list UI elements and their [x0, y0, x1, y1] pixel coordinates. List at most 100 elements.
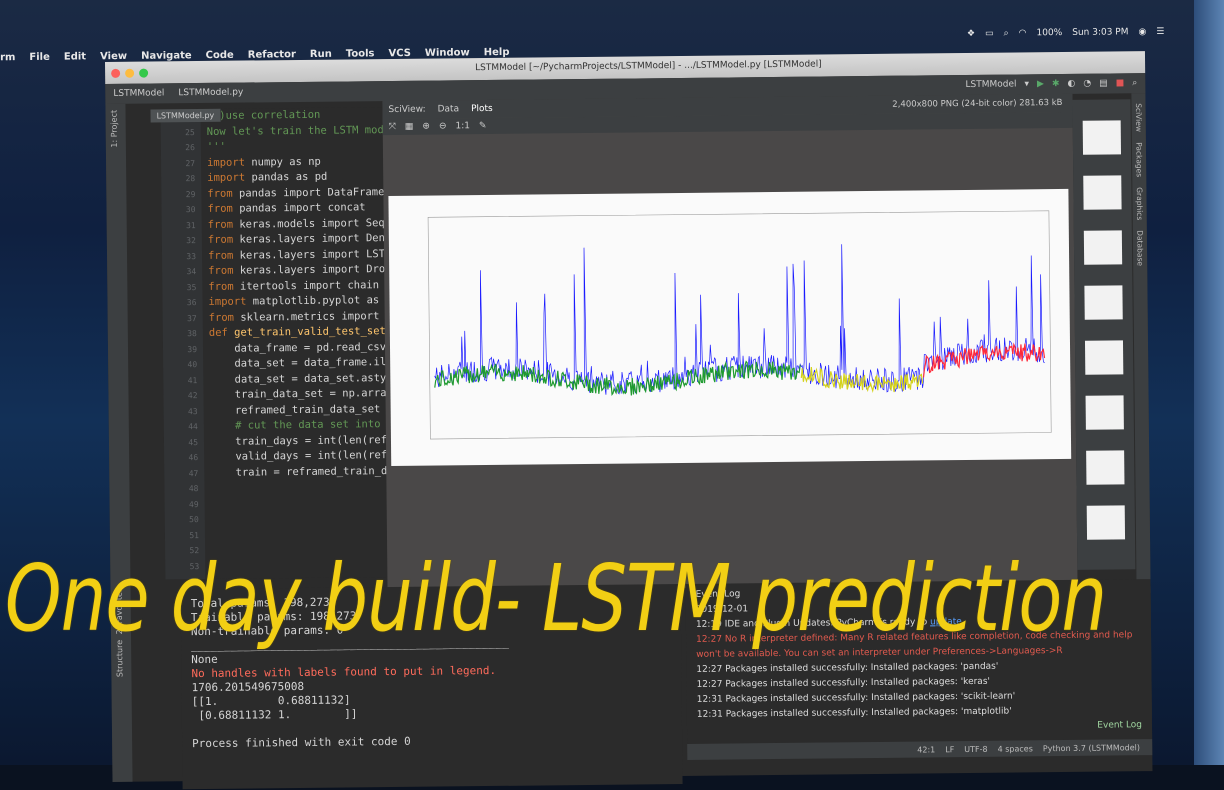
code-text: get_train_valid_test_set [227, 325, 386, 339]
code-text: train_data_set = np.arra [209, 387, 387, 401]
menu-help[interactable]: Help [484, 46, 510, 57]
menu-window[interactable]: Window [425, 47, 470, 58]
code-line: data_frame = pd.read_csv [209, 340, 386, 357]
actual-size-button[interactable]: 1:1 [455, 121, 470, 131]
code-line: from keras.layers import Den [208, 231, 385, 248]
plot-thumbnail[interactable] [1085, 395, 1124, 430]
plot-thumbnail[interactable] [1082, 120, 1122, 155]
breadcrumb-file[interactable]: LSTMModel.py [178, 88, 243, 99]
debug-icon[interactable]: ✱ [1052, 79, 1060, 89]
code-text: keras.layers import Dro [233, 263, 386, 277]
code-line: from keras.layers import Dro [208, 262, 385, 279]
code-line: data_set = data_set.asty [209, 371, 387, 388]
editor-tab-lstmmodel[interactable]: LSTMModel.py [150, 108, 221, 123]
project-tool-tab[interactable]: 1: Project [110, 110, 119, 148]
code-text: # cut the data set into [209, 418, 381, 432]
zoom-in-icon[interactable]: ⊕ [422, 122, 430, 132]
breadcrumb-project[interactable]: LSTMModel [113, 88, 164, 99]
event-log-badge[interactable]: Event Log [1097, 720, 1142, 730]
plot-thumbnail[interactable] [1084, 285, 1123, 320]
plot-thumbnail[interactable] [1083, 175, 1122, 210]
menu-vcs[interactable]: VCS [388, 47, 411, 58]
plot-thumbnail[interactable] [1086, 450, 1125, 485]
menu-refactor[interactable]: Refactor [248, 49, 296, 61]
event-time: 12:31 [696, 709, 723, 720]
code-line: from keras.layers import LST [208, 247, 385, 264]
zoom-out-icon[interactable]: ⊖ [439, 121, 447, 131]
search-everywhere-icon[interactable]: ⌕ [1132, 78, 1137, 88]
code-text: keras.layers import Den [233, 232, 385, 246]
profile-icon[interactable]: ◔ [1083, 79, 1091, 89]
plot-thumbnail[interactable] [1084, 340, 1124, 375]
siri-icon[interactable]: ◉ [1138, 27, 1146, 37]
interpreter-setting[interactable]: Python 3.7 (LSTMModel) [1043, 743, 1140, 753]
clock[interactable]: Sun 3:03 PM [1072, 27, 1128, 38]
stop-icon[interactable]: ■ [1116, 78, 1125, 88]
code-line: reframed_train_data_set [210, 402, 387, 419]
menu-file[interactable]: File [29, 51, 50, 62]
code-line: from itertools import chain [208, 278, 385, 295]
graphics-tool-tab[interactable]: Graphics [1135, 187, 1144, 220]
dropbox-icon[interactable]: ❖ [967, 29, 975, 39]
fit-icon[interactable]: ⤧ [389, 122, 396, 132]
menu-navigate[interactable]: Navigate [141, 50, 192, 62]
menu-app[interactable]: rm [0, 52, 15, 63]
indent-setting[interactable]: 4 spaces [998, 744, 1033, 753]
event-text: Packages installed successfully: Install… [725, 676, 991, 690]
coverage-icon[interactable]: ◐ [1067, 79, 1075, 89]
database-tool-tab[interactable]: Database [1135, 230, 1144, 266]
code-editor[interactable]: 2425262728293031323334353637383940414243… [160, 107, 396, 586]
code-text[interactable]: (2)use correlation Now let's train the LS… [206, 107, 388, 481]
chevron-down-icon[interactable]: ▾ [1024, 79, 1029, 89]
caret-position[interactable]: 42:1 [917, 745, 935, 754]
line-number: 37 [186, 313, 197, 323]
color-picker-icon[interactable]: ✎ [479, 121, 487, 131]
battery-label[interactable]: 100% [1036, 28, 1062, 38]
sciview-panel: SciView: Data Plots 2,400x800 PNG (24-bi… [382, 93, 1078, 592]
code-line: # cut the data set into [210, 417, 387, 434]
search-icon[interactable]: ⌕ [1003, 29, 1008, 39]
keyword: from [208, 264, 234, 277]
plot-thumbnail[interactable] [1083, 230, 1123, 265]
line-number: 26 [185, 143, 195, 153]
keyword: from [208, 311, 235, 324]
line-separator[interactable]: LF [945, 745, 954, 754]
line-number: 34 [186, 267, 197, 277]
line-number: 31 [186, 220, 196, 230]
tab-plots[interactable]: Plots [471, 104, 493, 114]
plot-thumbnail[interactable] [1086, 505, 1126, 540]
minimize-button[interactable] [125, 68, 135, 78]
run-icon[interactable]: ▶ [1037, 79, 1044, 89]
close-button[interactable] [111, 68, 121, 78]
plot-axes [427, 210, 1052, 440]
grid-icon[interactable]: ▦ [405, 122, 414, 132]
menu-tools[interactable]: Tools [346, 48, 375, 59]
line-number: 33 [186, 251, 197, 261]
menu-code[interactable]: Code [206, 49, 234, 60]
line-number: 32 [186, 236, 196, 246]
sciview-label: SciView: [388, 104, 426, 116]
menu-edit[interactable]: Edit [64, 51, 86, 62]
wifi-icon[interactable]: ◠ [1018, 28, 1026, 38]
packages-tool-tab[interactable]: Packages [1134, 142, 1143, 177]
code-text: train_days = int(len(ref [209, 433, 388, 448]
concurrency-icon[interactable]: ▤ [1099, 79, 1108, 89]
file-encoding[interactable]: UTF-8 [964, 744, 987, 753]
code-text: ''' [206, 140, 226, 153]
code-line: def get_train_valid_test_set [209, 324, 386, 341]
notification-icon[interactable]: ☰ [1156, 27, 1164, 37]
keyword: import [208, 295, 247, 308]
code-text: matplotlib.pyplot as [246, 294, 380, 308]
code-text: train = reframed_train_d [210, 464, 388, 479]
plot-image [388, 188, 1072, 467]
sciview-tool-tab[interactable]: SciView [1134, 103, 1143, 132]
zoom-button[interactable] [139, 68, 149, 78]
tab-data[interactable]: Data [438, 104, 460, 114]
code-line: import matplotlib.pyplot as [208, 293, 385, 310]
run-config-select[interactable]: LSTMModel [965, 79, 1016, 90]
airplay-icon[interactable]: ▭ [985, 29, 994, 39]
menu-view[interactable]: View [100, 50, 127, 61]
code-text: data_frame = pd.read_csv [208, 340, 387, 355]
code-line: from pandas import DataFrame [207, 185, 384, 202]
menu-run[interactable]: Run [310, 48, 332, 59]
